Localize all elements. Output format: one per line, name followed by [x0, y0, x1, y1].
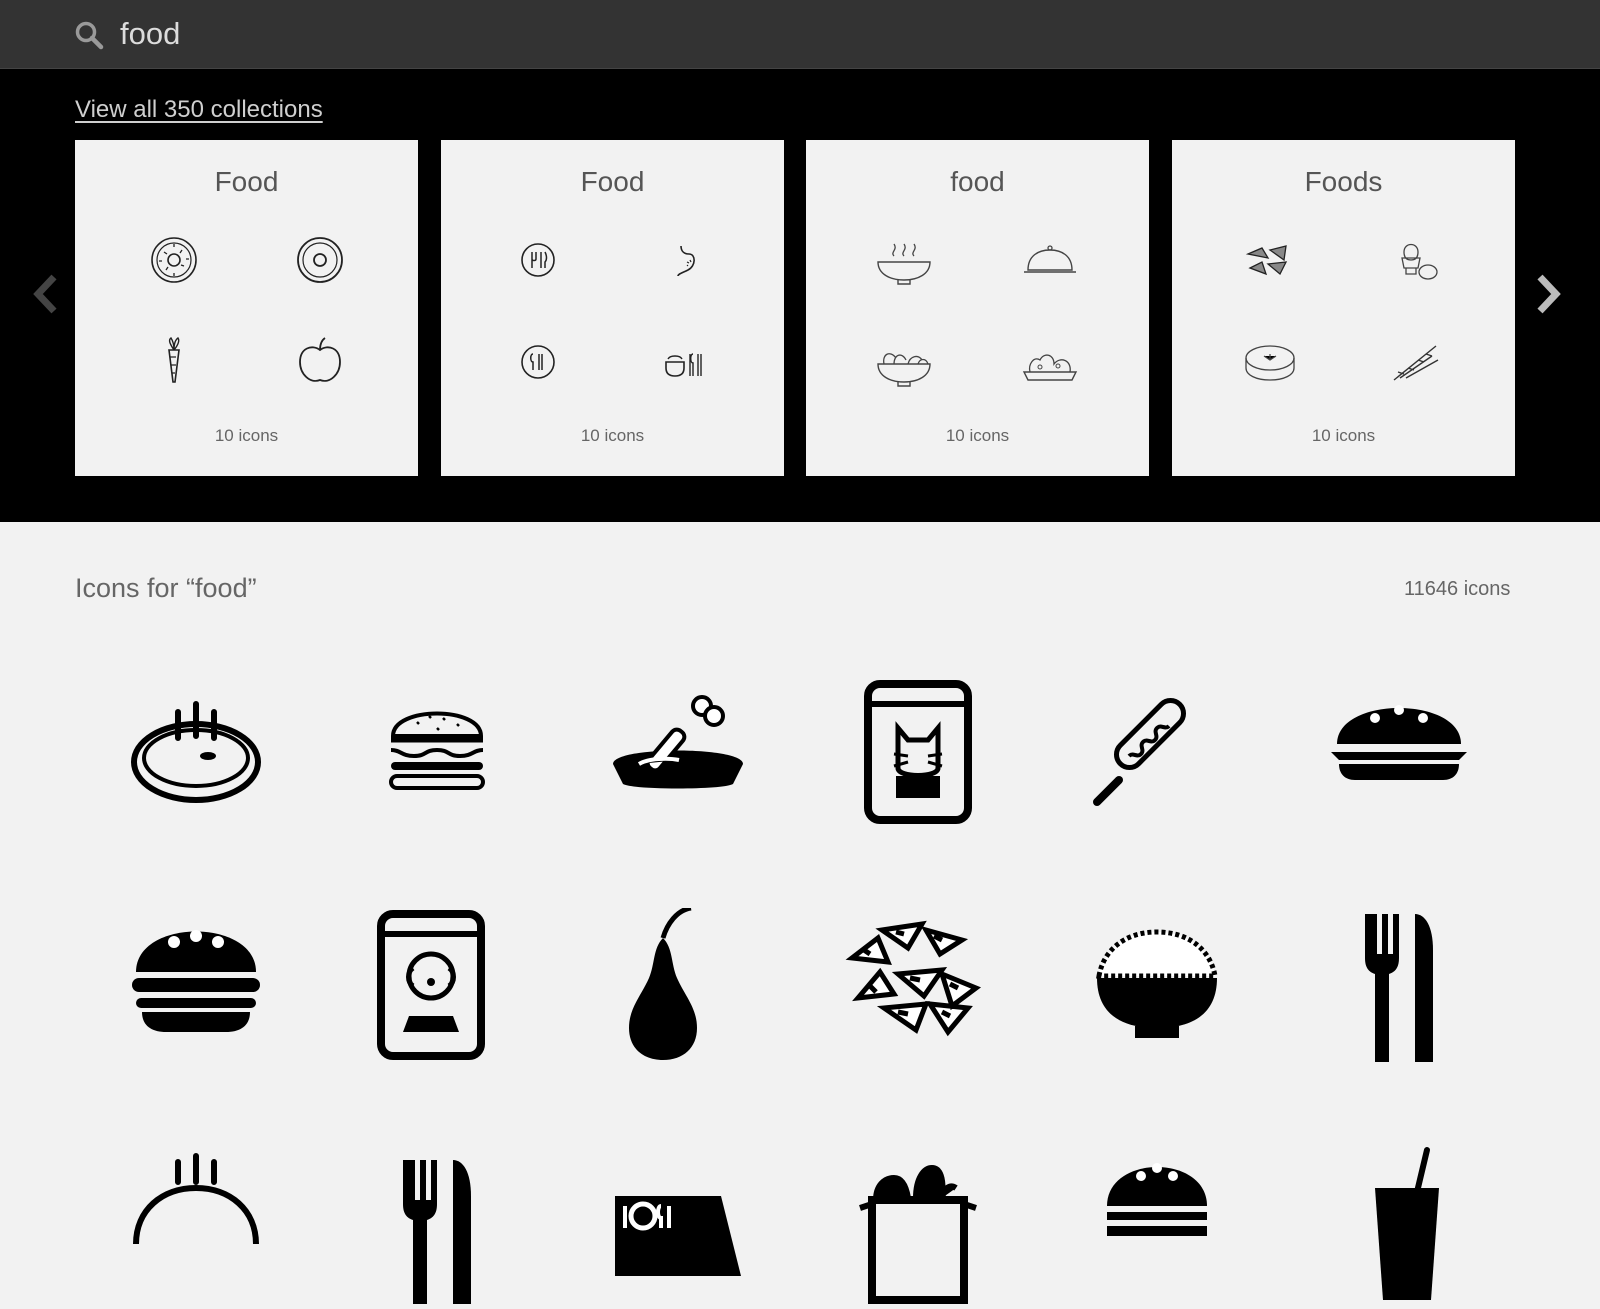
collection-title: food: [950, 166, 1005, 197]
apple-icon: [290, 332, 350, 392]
collection-icon-count: 10 icons: [945, 426, 1010, 445]
hot-bowl-icon[interactable]: [116, 672, 276, 832]
results-title: Icons for “food”: [75, 573, 257, 603]
chevron-right-icon[interactable]: [1528, 269, 1568, 319]
grocery-bag-icon[interactable]: [838, 1144, 998, 1304]
stomach-icon: [654, 230, 714, 290]
collection-card[interactable]: food 10 icons: [806, 140, 1149, 476]
collection-title: Foods: [1304, 166, 1383, 197]
donut-icon: [290, 230, 350, 290]
food-cloche-icon: [1020, 230, 1080, 290]
drink-cup-icon[interactable]: [1319, 1144, 1479, 1304]
search-input[interactable]: [120, 14, 920, 54]
collection-icon-count: 10 icons: [214, 426, 279, 445]
fork-knife-icon[interactable]: [357, 1144, 517, 1308]
burger-icon[interactable]: [1319, 672, 1479, 832]
collection-card[interactable]: Foods 10 icons: [1172, 140, 1515, 476]
collection-title: Food: [214, 166, 279, 197]
vegetable-plate-icon: [1020, 332, 1080, 392]
boiled-egg-icon: [1386, 230, 1446, 290]
collection-icon-count: 10 icons: [580, 426, 645, 445]
nachos-icon: [1240, 230, 1300, 290]
salad-bowl-icon: [874, 332, 934, 392]
burger-icon[interactable]: [116, 908, 276, 1068]
collection-card[interactable]: Food 10 icons: [75, 140, 418, 476]
rice-bowl-icon[interactable]: [1077, 908, 1237, 1068]
herbs-icon: [1386, 332, 1446, 392]
dog-bowl-icon[interactable]: [599, 672, 759, 832]
nachos-icon[interactable]: [838, 908, 998, 1068]
corn-dog-icon[interactable]: [1077, 672, 1237, 832]
cat-food-bag-icon[interactable]: [838, 672, 998, 832]
bowl-cutlery-icon: [654, 332, 714, 392]
search-icon[interactable]: [74, 20, 104, 50]
fork-knife-icon[interactable]: [1319, 908, 1479, 1068]
hot-dish-icon[interactable]: [116, 1144, 276, 1304]
restaurant-sign-icon[interactable]: [599, 1144, 759, 1304]
pie-icon: [1240, 332, 1300, 392]
collection-card[interactable]: Food 10 icons: [441, 140, 784, 476]
collection-title: Food: [580, 166, 645, 197]
hot-soup-icon: [874, 230, 934, 290]
dog-food-bag-icon[interactable]: [357, 908, 517, 1068]
results-count: 11646 icons: [1404, 578, 1511, 600]
carrot-icon: [144, 332, 204, 392]
collections-carousel: View all 350 collections Food 10 icons F…: [0, 69, 1600, 522]
collection-icon-count: 10 icons: [1311, 426, 1376, 445]
burger-icon[interactable]: [357, 672, 517, 832]
chevron-left-icon[interactable]: [26, 269, 66, 319]
search-bar: [0, 0, 1600, 69]
pear-icon[interactable]: [599, 905, 759, 1068]
plate-cutlery-icon: [508, 332, 568, 392]
donut-icon: [144, 230, 204, 290]
plate-cutlery-icon: [508, 230, 568, 290]
view-all-collections-link[interactable]: View all 350 collections: [75, 96, 323, 124]
burger-icon[interactable]: [1077, 1144, 1237, 1304]
